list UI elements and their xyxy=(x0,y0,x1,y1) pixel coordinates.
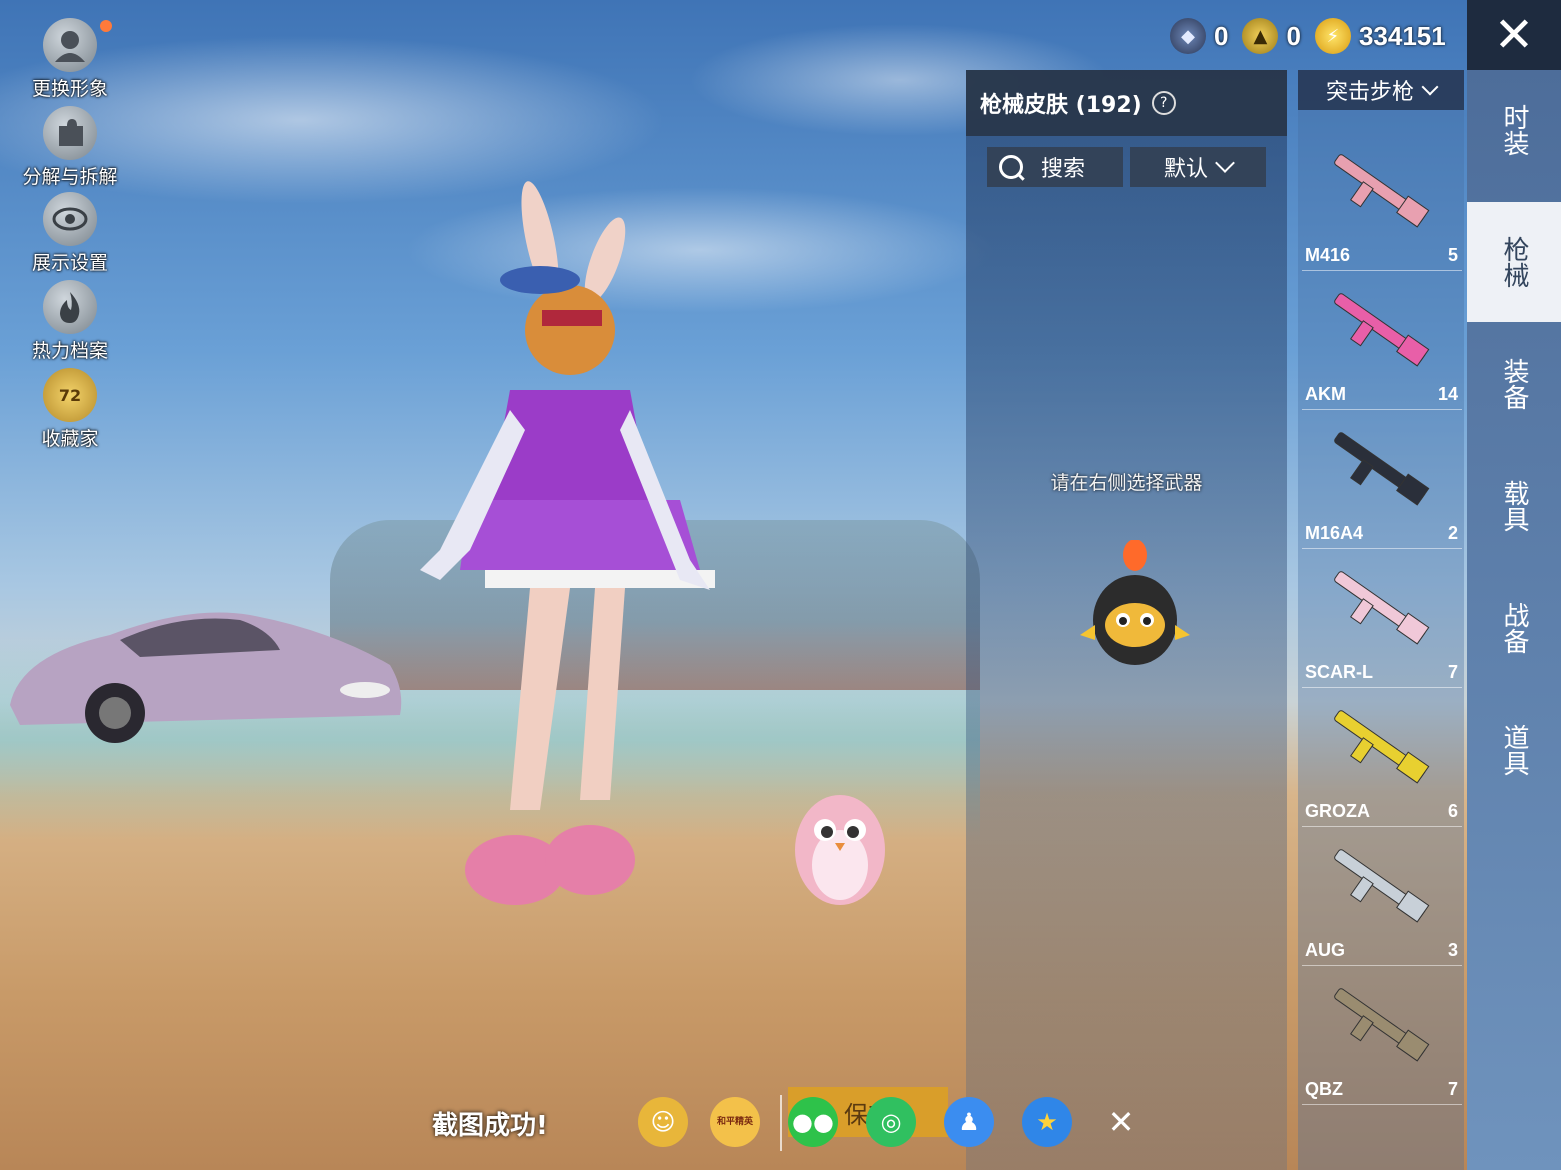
weapon-card[interactable]: GROZA 6 xyxy=(1302,696,1462,827)
tab-fashion[interactable]: 时装 xyxy=(1467,70,1561,190)
weapon-skin-count: 14 xyxy=(1437,384,1458,404)
weapon-card[interactable]: AKM 14 xyxy=(1302,279,1462,410)
weapon-name: M16A4 xyxy=(1305,523,1364,543)
weapon-skin-count: 5 xyxy=(1447,245,1458,265)
search-icon xyxy=(999,155,1023,179)
display-settings-button[interactable]: 展示设置 xyxy=(14,192,126,275)
tab-battle-prep-label: 战备 xyxy=(1499,602,1529,654)
qq-icon[interactable]: ♟ xyxy=(944,1097,994,1147)
weapon-card[interactable]: M16A4 2 xyxy=(1302,418,1462,549)
qzone-icon[interactable]: ★ xyxy=(1022,1097,1072,1147)
lightning-icon: ⚡ xyxy=(1314,18,1351,54)
bp-amount: 334151 xyxy=(1358,20,1446,51)
weapon-skin-image xyxy=(1334,849,1430,923)
weapon-name: GROZA xyxy=(1305,801,1370,821)
weapon-name: AUG xyxy=(1305,940,1345,960)
weapon-skin-count: 7 xyxy=(1447,1079,1458,1099)
puzzle-icon xyxy=(43,106,97,160)
tab-items[interactable]: 道具 xyxy=(1467,690,1561,810)
avatar-icon xyxy=(43,18,97,72)
weapon-name: AKM xyxy=(1305,384,1346,404)
weapon-skin-image xyxy=(1334,571,1430,645)
heat-archive-button[interactable]: 热力档案 xyxy=(14,280,126,363)
weapon-name: QBZ xyxy=(1305,1079,1343,1099)
game-logo-text: 和平精英 xyxy=(716,1117,753,1127)
moments-icon[interactable]: ◎ xyxy=(866,1097,916,1147)
decompose-button[interactable]: 分解与拆解 xyxy=(14,106,126,189)
tab-vehicles-label: 载具 xyxy=(1499,480,1529,532)
weapon-category-label: 突击步枪 xyxy=(1325,80,1414,105)
search-label: 搜索 xyxy=(1041,157,1086,182)
decompose-label: 分解与拆解 xyxy=(22,166,118,188)
weapon-name: SCAR-L xyxy=(1305,662,1373,682)
tab-fashion-label: 时装 xyxy=(1499,104,1529,156)
tab-equipment[interactable]: 装备 xyxy=(1467,324,1561,444)
helmet-chick-mascot xyxy=(1080,540,1190,665)
coin-icon: ▲ xyxy=(1242,18,1279,54)
weapon-card[interactable]: QBZ 7 xyxy=(1302,974,1462,1105)
sort-label: 默认 xyxy=(1163,157,1208,182)
change-avatar-label: 更换形象 xyxy=(31,78,108,100)
close-icon: ✕ xyxy=(1493,7,1535,63)
help-icon[interactable]: ? xyxy=(1151,91,1176,115)
player-character xyxy=(420,181,715,905)
weapon-skin-image xyxy=(1334,293,1430,367)
chevron-down-icon xyxy=(1421,78,1439,96)
weapon-card[interactable]: SCAR-L 7 xyxy=(1302,557,1462,688)
heat-archive-label: 热力档案 xyxy=(31,340,108,362)
weapon-skin-image xyxy=(1334,710,1430,784)
tab-vehicles[interactable]: 载具 xyxy=(1467,446,1561,566)
tab-equipment-label: 装备 xyxy=(1499,358,1529,410)
weapon-category-dropdown[interactable]: 突击步枪 xyxy=(1298,70,1464,110)
weapon-skin-image xyxy=(1334,988,1430,1062)
game-logo-icon[interactable]: 和平精英 xyxy=(710,1097,760,1147)
tab-firearms[interactable]: 枪械 xyxy=(1467,202,1561,322)
flame-icon xyxy=(43,280,97,334)
chevron-down-icon xyxy=(1215,153,1235,173)
tab-firearms-label: 枪械 xyxy=(1499,236,1529,288)
collector-level: 72 xyxy=(58,385,82,405)
coin-amount: 0 xyxy=(1286,20,1301,51)
divider xyxy=(780,1095,782,1151)
currency-bar: ◆ 0 ▲ 0 ⚡ 334151 xyxy=(1170,12,1460,60)
skin-panel-title: 枪械皮肤 (192) xyxy=(980,93,1142,118)
search-sort-row: 搜索 默认 xyxy=(987,147,1266,187)
weapon-list: 突击步枪 M416 5 AKM 14 M16A4 2 SCAR-L 7 GROZA 6 AUG 3 QB… xyxy=(1298,70,1464,1170)
sort-dropdown[interactable]: 默认 xyxy=(1130,147,1266,187)
token-icon: ◆ xyxy=(1170,18,1206,54)
collector-label: 收藏家 xyxy=(41,428,99,450)
weapon-card[interactable]: AUG 3 xyxy=(1302,835,1462,966)
search-button[interactable]: 搜索 xyxy=(987,147,1123,187)
wechat-icon[interactable]: ●● xyxy=(788,1097,838,1147)
pet-companion xyxy=(795,795,885,905)
tab-items-label: 道具 xyxy=(1499,724,1529,776)
select-weapon-hint: 请在右侧选择武器 xyxy=(1050,472,1203,494)
display-settings-label: 展示设置 xyxy=(31,252,108,274)
weapon-skin-image xyxy=(1334,154,1430,228)
skin-panel-header: 枪械皮肤 (192) ? xyxy=(966,70,1287,136)
tab-battle-prep[interactable]: 战备 xyxy=(1467,568,1561,688)
weapon-skin-image xyxy=(1334,432,1430,506)
screenshot-share-bar: 截图成功! 保存 ☺ 和平精英 ●● ◎ ♟ ★ ✕ xyxy=(420,1085,1170,1160)
screenshot-success-toast: 截图成功! xyxy=(432,1111,548,1141)
change-avatar-button[interactable]: 更换形象 xyxy=(14,18,126,101)
eye-icon xyxy=(43,192,97,246)
weapon-skin-count: 7 xyxy=(1447,662,1458,682)
close-icon[interactable]: ✕ xyxy=(1096,1097,1146,1147)
category-tabs: 时装 枪械 装备 载具 战备 道具 xyxy=(1467,70,1561,1170)
friend-share-icon[interactable]: ☺ xyxy=(638,1097,688,1147)
weapon-skin-count: 2 xyxy=(1447,523,1458,543)
collector-button[interactable]: 72 收藏家 xyxy=(14,368,126,451)
token-amount: 0 xyxy=(1214,20,1229,51)
weapon-name: M416 xyxy=(1305,245,1351,265)
weapon-skin-count: 6 xyxy=(1447,801,1458,821)
notification-dot xyxy=(100,20,112,32)
close-button[interactable]: ✕ xyxy=(1467,0,1561,70)
sports-car xyxy=(10,612,402,743)
weapon-skin-count: 3 xyxy=(1447,940,1458,960)
collector-badge-icon: 72 xyxy=(43,368,97,422)
weapon-card[interactable]: M416 5 xyxy=(1302,140,1462,271)
